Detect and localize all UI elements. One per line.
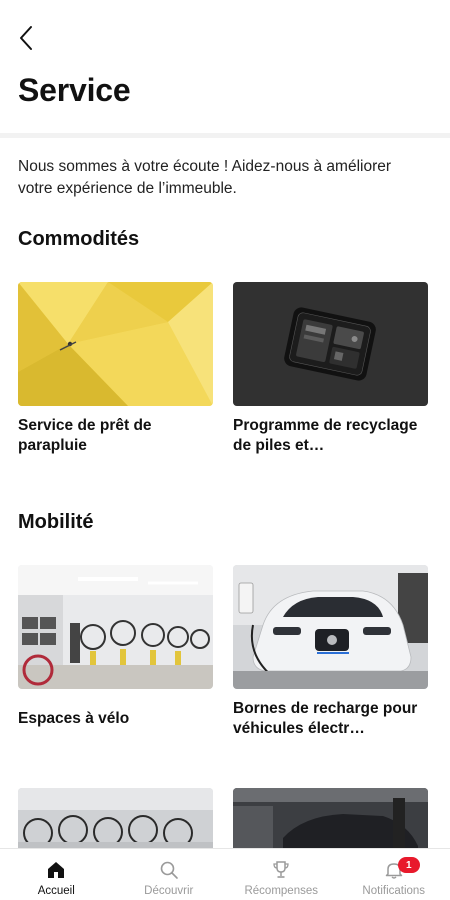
electric-car-charging-photo <box>233 565 428 689</box>
card-label: Service de prêt de parapluie <box>18 417 152 454</box>
tab-notifications[interactable]: 1 Notifications <box>338 849 450 900</box>
chevron-left-icon <box>20 26 32 50</box>
trophy-icon <box>270 859 292 881</box>
home-icon <box>45 859 67 881</box>
section-title-mobilite: Mobilité <box>18 511 94 533</box>
card-bike-spaces[interactable]: Espaces à vélo <box>18 565 213 729</box>
notification-badge: 1 <box>397 857 420 873</box>
tab-label: Accueil <box>37 885 75 897</box>
yellow-umbrella-photo <box>18 282 213 406</box>
tab-label: Notifications <box>362 885 426 897</box>
card-label: Espaces à vélo <box>18 710 130 727</box>
section-title-commodites: Commodités <box>18 228 140 250</box>
tab-recompenses[interactable]: Récompenses <box>225 849 338 900</box>
search-icon <box>158 859 180 881</box>
bottom-tab-bar: Accueil Découvrir Récompenses 1 Notifica… <box>0 848 450 900</box>
card-label: Bornes de recharge pour véhicules électr… <box>233 700 418 737</box>
intro-text: Nous sommes à votre écoute ! Aidez-nous … <box>18 158 392 197</box>
tab-label: Récompenses <box>244 885 318 897</box>
tab-label: Découvrir <box>144 885 194 897</box>
card-umbrella-service[interactable]: Service de prêt de parapluie <box>18 282 213 456</box>
card-ev-charging[interactable]: Bornes de recharge pour véhicules électr… <box>233 565 428 739</box>
header-divider <box>0 133 450 138</box>
card-label: Programme de recyclage de piles et… <box>233 417 418 454</box>
page-title: Service <box>18 72 131 108</box>
tab-decouvrir[interactable]: Découvrir <box>113 849 226 900</box>
tab-accueil[interactable]: Accueil <box>0 849 113 900</box>
bike-room-photo <box>18 565 213 689</box>
header: Service <box>0 0 450 133</box>
phone-battery-photo <box>233 282 428 406</box>
card-battery-recycling[interactable]: Programme de recyclage de piles et… <box>233 282 428 456</box>
back-button[interactable] <box>10 22 42 54</box>
